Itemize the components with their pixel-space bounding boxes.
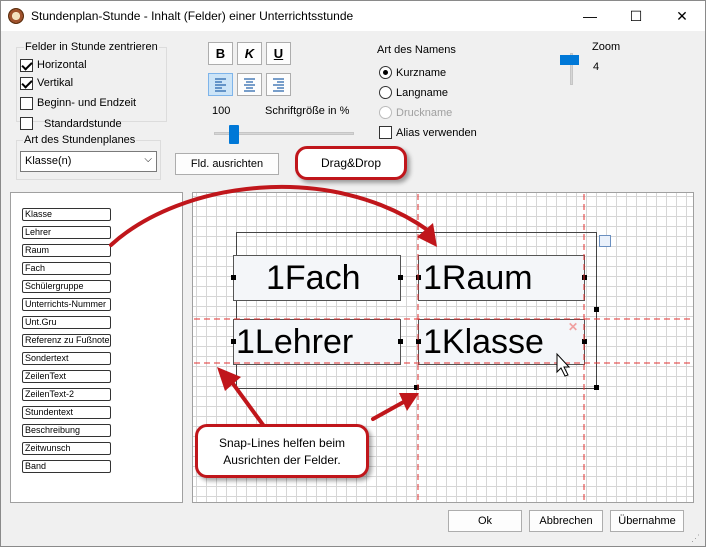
ok-button[interactable]: Ok [448,510,522,532]
cancel-button[interactable]: Abbrechen [529,510,603,532]
snaplines-callout: Snap-Lines helfen beim Ausrichten der Fe… [195,424,369,478]
dialog-window: Stundenplan-Stunde - Inhalt (Felder) ein… [0,0,706,547]
apply-button[interactable]: Übernahme [610,510,684,532]
arrow-heads [217,223,437,411]
snaplines-callout-line2: Ausrichten der Felder. [223,453,341,467]
arrows [109,184,431,435]
snaplines-callout-line1: Snap-Lines helfen beim [218,436,346,450]
mouse-cursor-icon [556,352,571,377]
resize-grip-icon[interactable]: ⋰ [691,533,701,543]
